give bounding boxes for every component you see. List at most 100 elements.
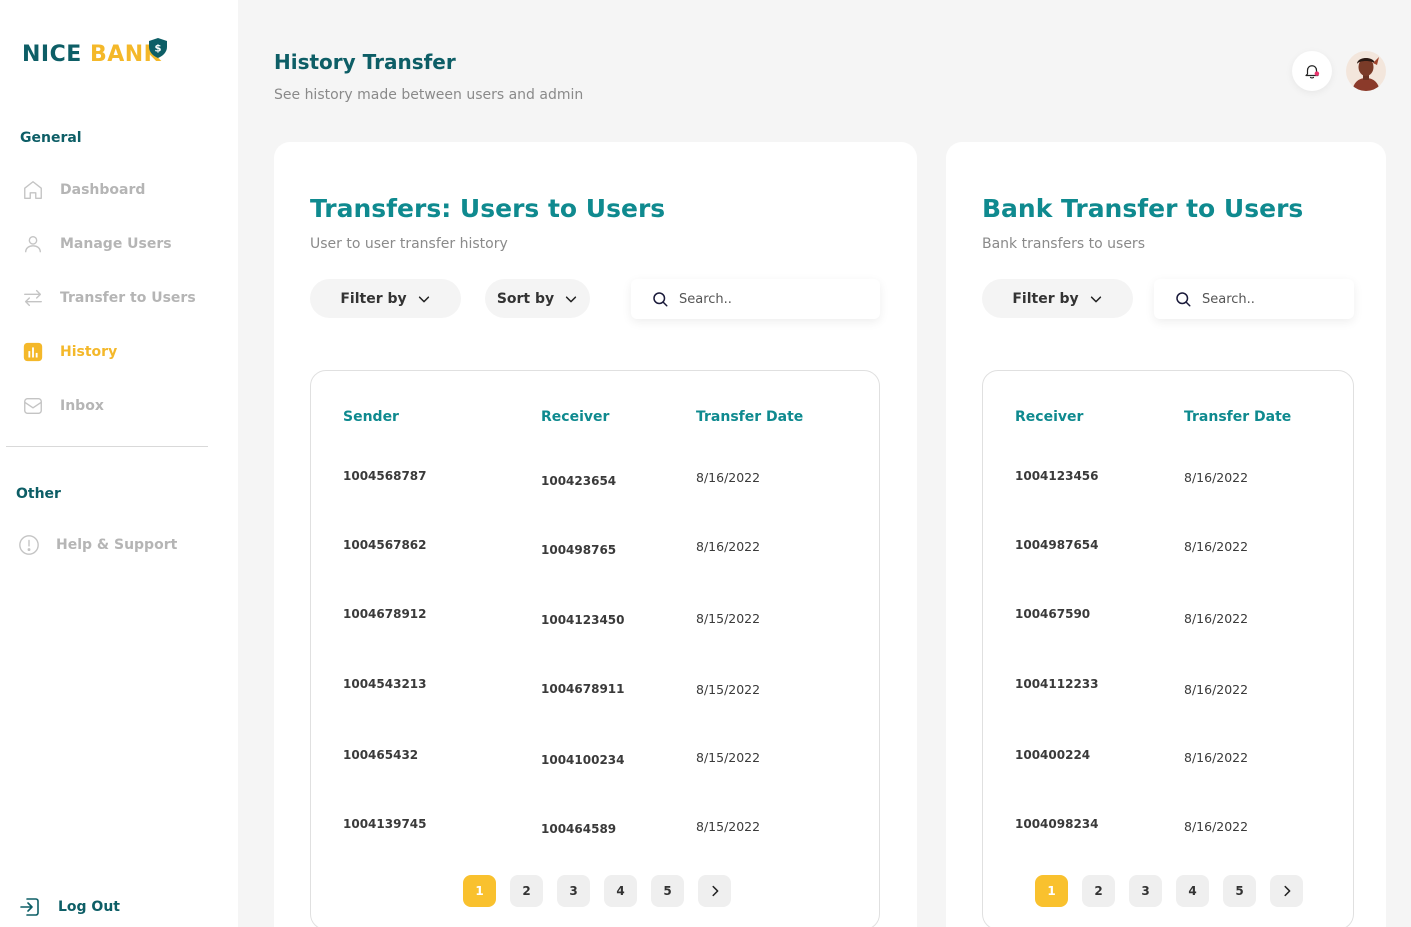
transfer-arrows-icon <box>24 289 42 307</box>
pagination: 1 2 3 4 5 <box>463 875 731 907</box>
avatar-image <box>1346 51 1386 91</box>
page-button[interactable]: 3 <box>1129 875 1162 907</box>
sidebar-item-label: Transfer to Users <box>60 290 196 306</box>
user-icon <box>24 235 42 253</box>
sidebar-item-history[interactable]: History <box>22 341 117 363</box>
search-input[interactable] <box>679 291 839 307</box>
filter-dropdown[interactable]: Filter by <box>982 279 1133 318</box>
cell-receiver: 1004100234 <box>541 753 625 767</box>
sort-label: Sort by <box>496 290 555 307</box>
cell-sender: 1004678912 <box>343 607 427 621</box>
page-button[interactable]: 4 <box>1176 875 1209 907</box>
cell-date: 8/16/2022 <box>1184 750 1249 765</box>
sidebar-item-label: Manage Users <box>60 236 172 252</box>
home-icon <box>24 181 42 199</box>
filter-dropdown[interactable]: Filter by <box>310 279 461 318</box>
card-title: Bank Transfer to Users <box>982 194 1304 223</box>
search-input[interactable] <box>1202 291 1332 307</box>
page-subtitle: See history made between users and admin <box>274 87 584 103</box>
cell-receiver: 100498765 <box>541 543 617 557</box>
search-box[interactable] <box>1154 279 1354 319</box>
page-button[interactable]: 1 <box>1035 875 1068 907</box>
cell-date: 8/16/2022 <box>1184 611 1249 626</box>
sidebar-item-label: Inbox <box>60 398 104 414</box>
general-section-title: General <box>20 130 82 146</box>
page-button[interactable]: 1 <box>463 875 496 907</box>
cell-receiver: 100467590 <box>1015 607 1091 621</box>
notifications-button[interactable] <box>1292 51 1332 91</box>
sidebar-item-dashboard[interactable]: Dashboard <box>22 179 145 201</box>
cell-sender: 1004139745 <box>343 817 427 831</box>
page-button[interactable]: 5 <box>1223 875 1256 907</box>
brand-logo[interactable]: NICE BANK <box>22 42 161 67</box>
page-button[interactable]: 2 <box>1082 875 1115 907</box>
cell-date: 8/15/2022 <box>696 750 761 765</box>
column-header-sender: Sender <box>343 409 399 425</box>
logout-button[interactable]: Log Out <box>18 895 120 919</box>
sidebar-item-label: Help & Support <box>56 537 178 553</box>
cell-date: 8/16/2022 <box>1184 682 1249 697</box>
cell-date: 8/16/2022 <box>696 539 761 554</box>
pagination: 1 2 3 4 5 <box>1035 875 1303 907</box>
cell-date: 8/16/2022 <box>1184 539 1249 554</box>
filter-label: Filter by <box>340 290 407 307</box>
cell-receiver: 1004123450 <box>541 613 625 627</box>
search-icon <box>653 292 668 307</box>
cell-receiver: 1004987654 <box>1015 538 1099 552</box>
bank-transfer-table: Receiver Transfer Date 1004123456 8/16/2… <box>982 370 1354 927</box>
page-button[interactable]: 5 <box>651 875 684 907</box>
shield-symbol: $ <box>155 44 162 55</box>
cell-date: 8/15/2022 <box>696 819 761 834</box>
column-header-receiver: Receiver <box>541 409 610 425</box>
user-avatar[interactable] <box>1346 51 1386 91</box>
sidebar-item-transfer-to-users[interactable]: Transfer to Users <box>22 287 196 309</box>
sidebar-divider <box>6 446 208 447</box>
sidebar-item-inbox[interactable]: Inbox <box>22 395 104 417</box>
chevron-right-icon <box>1283 885 1290 897</box>
cell-receiver: 1004678911 <box>541 682 625 696</box>
page-button[interactable]: 3 <box>557 875 590 907</box>
sidebar-item-manage-users[interactable]: Manage Users <box>22 233 172 255</box>
next-page-button[interactable] <box>1270 875 1303 907</box>
next-page-button[interactable] <box>698 875 731 907</box>
cell-sender: 1004567862 <box>343 538 427 552</box>
users-transfers-card: Transfers: Users to Users User to user t… <box>274 142 917 927</box>
card-subtitle: Bank transfers to users <box>982 236 1145 252</box>
bank-transfers-card: Bank Transfer to Users Bank transfers to… <box>946 142 1386 927</box>
bell-icon <box>1305 65 1320 79</box>
chevron-down-icon <box>565 295 577 302</box>
cell-sender: 1004543213 <box>343 677 427 691</box>
chevron-right-icon <box>711 885 718 897</box>
column-header-transfer-date: Transfer Date <box>696 409 804 425</box>
cell-date: 8/15/2022 <box>696 611 761 626</box>
cell-date: 8/16/2022 <box>696 470 761 485</box>
chevron-down-icon <box>1090 295 1101 302</box>
sidebar: NICE BANK $ General Dashboard Manage Use… <box>0 0 238 927</box>
cell-receiver: 100464589 <box>541 822 617 836</box>
chevron-down-icon <box>418 295 429 302</box>
cell-sender: 100465432 <box>343 748 419 762</box>
filter-label: Filter by <box>1012 290 1079 307</box>
sort-dropdown[interactable]: Sort by <box>485 279 590 318</box>
cell-date: 8/16/2022 <box>1184 819 1249 834</box>
cell-receiver: 100423654 <box>541 474 617 488</box>
cell-receiver: 1004123456 <box>1015 469 1099 483</box>
brand-name-part1: NICE <box>22 42 82 67</box>
cell-date: 8/15/2022 <box>696 682 761 697</box>
page-button[interactable]: 4 <box>604 875 637 907</box>
mail-icon <box>24 397 42 415</box>
page-button[interactable]: 2 <box>510 875 543 907</box>
card-title: Transfers: Users to Users <box>310 194 666 223</box>
cell-sender: 1004568787 <box>343 469 427 483</box>
column-header-transfer-date: Transfer Date <box>1184 409 1292 425</box>
card-subtitle: User to user transfer history <box>310 236 508 252</box>
users-transfer-table: Sender Receiver Transfer Date 1004568787… <box>310 370 880 927</box>
logout-label: Log Out <box>58 899 120 915</box>
sidebar-item-help-support[interactable]: Help & Support <box>18 534 177 556</box>
cell-receiver: 100400224 <box>1015 748 1091 762</box>
info-circle-icon <box>19 535 39 555</box>
cell-date: 8/16/2022 <box>1184 470 1249 485</box>
search-box[interactable] <box>631 279 880 319</box>
column-header-receiver: Receiver <box>1015 409 1084 425</box>
search-icon <box>1176 292 1191 307</box>
